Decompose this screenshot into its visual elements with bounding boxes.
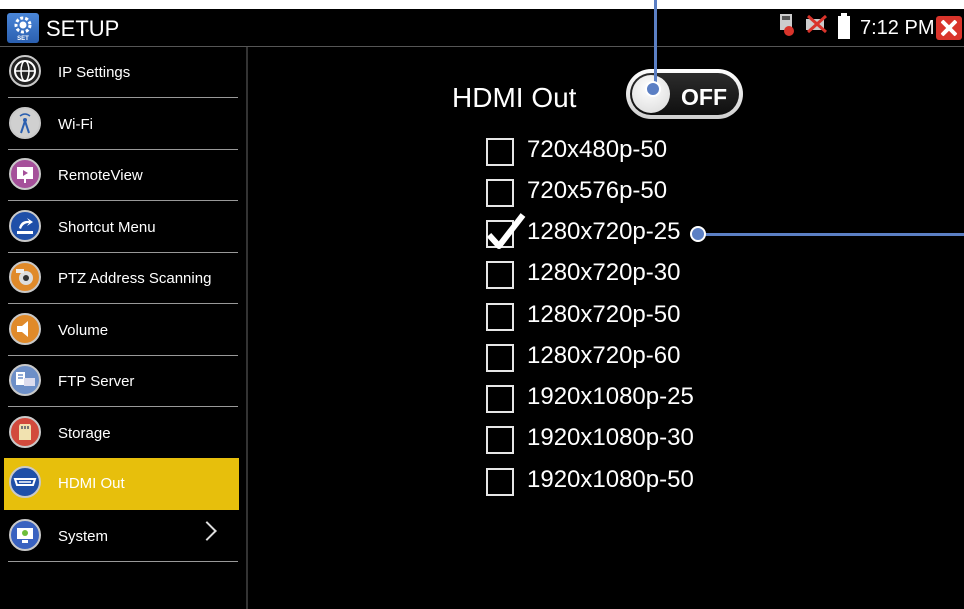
resolution-label: 1920x1080p-25 <box>527 383 694 410</box>
title-bar: SET SETUP 7:12 PM <box>0 9 964 47</box>
callout-line-resolution <box>704 233 964 236</box>
callout-line-toggle <box>654 0 657 87</box>
sidebar-item-ptz-address-scanning[interactable]: PTZ Address Scanning <box>0 253 246 304</box>
sidebar-item-system[interactable]: System <box>0 511 246 562</box>
checkbox[interactable] <box>486 468 514 496</box>
sd-card-status-icon <box>780 14 794 36</box>
system-monitor-icon <box>9 519 41 551</box>
shortcut-icon <box>9 210 41 242</box>
wifi-antenna-icon <box>9 107 41 139</box>
close-button[interactable] <box>936 16 962 40</box>
speaker-icon <box>9 313 41 345</box>
sd-card-icon <box>9 416 41 448</box>
divider <box>8 303 238 304</box>
callout-dot-resolution <box>690 226 706 242</box>
checkbox[interactable] <box>486 344 514 372</box>
checkbox[interactable] <box>486 179 514 207</box>
callout-dot-toggle <box>645 81 661 97</box>
resolution-label: 1280x720p-25 <box>527 218 681 245</box>
divider <box>8 97 238 98</box>
divider <box>8 561 238 562</box>
checkbox[interactable] <box>486 426 514 454</box>
resolution-label: 720x576p-50 <box>527 177 668 204</box>
divider <box>8 406 238 407</box>
sidebar-item-storage[interactable]: Storage <box>0 408 246 459</box>
sidebar-item-label: FTP Server <box>58 373 135 390</box>
remote-view-icon <box>9 158 41 190</box>
resolution-label: 1920x1080p-30 <box>527 424 694 451</box>
status-clock: 7:12 PM <box>860 17 935 39</box>
sidebar-item-ip-settings[interactable]: IP Settings <box>0 47 246 98</box>
sidebar-item-label: Wi-Fi <box>58 116 93 133</box>
globe-icon <box>9 55 41 87</box>
resolution-label: 720x480p-50 <box>527 136 668 163</box>
sidebar-item-label: IP Settings <box>58 64 131 81</box>
divider <box>8 200 238 201</box>
hdmi-icon <box>9 466 41 498</box>
resolution-label: 1280x720p-30 <box>527 259 681 286</box>
checkbox[interactable] <box>486 385 514 413</box>
app-title: SETUP <box>46 16 120 41</box>
app-icon-caption: SET <box>17 36 29 42</box>
checkbox[interactable] <box>486 303 514 331</box>
toggle-state-label: OFF <box>681 84 727 110</box>
sidebar-item-shortcut-menu[interactable]: Shortcut Menu <box>0 202 246 253</box>
sidebar-item-ftp-server[interactable]: FTP Server <box>0 356 246 407</box>
checkbox[interactable] <box>486 261 514 289</box>
resolution-label: 1920x1080p-50 <box>527 466 694 493</box>
device-screen: SET SETUP 7:12 PM IP Settings Wi-Fi Remo… <box>0 9 964 609</box>
checkmark-icon <box>486 213 526 249</box>
ptz-camera-icon <box>9 261 41 293</box>
page-title: HDMI Out <box>452 82 577 113</box>
setup-gear-icon: SET <box>7 13 39 43</box>
chevron-right-icon <box>197 521 217 541</box>
sidebar-item-label: Storage <box>58 425 111 442</box>
sidebar-item-remoteview[interactable]: RemoteView <box>0 150 246 201</box>
ftp-server-icon <box>9 364 41 396</box>
sidebar-menu: IP Settings Wi-Fi RemoteView Shortcut Me… <box>0 47 248 609</box>
sidebar-item-wifi[interactable]: Wi-Fi <box>0 99 246 150</box>
resolution-label: 1280x720p-50 <box>527 301 681 328</box>
sidebar-item-label: Volume <box>58 322 109 339</box>
sidebar-item-label: RemoteView <box>58 167 143 184</box>
network-disconnected-icon <box>806 14 827 34</box>
sidebar-item-label: HDMI Out <box>58 475 125 492</box>
sidebar-item-label: PTZ Address Scanning <box>58 270 212 287</box>
resolution-label: 1280x720p-60 <box>527 342 681 369</box>
battery-icon <box>838 13 850 39</box>
sidebar-item-label: System <box>58 528 109 545</box>
sidebar-item-label: Shortcut Menu <box>58 219 156 236</box>
checkbox[interactable] <box>486 138 514 166</box>
hdmi-out-toggle[interactable]: OFF <box>626 69 743 119</box>
sidebar-item-hdmi-out[interactable]: HDMI Out <box>4 458 239 510</box>
sidebar-item-volume[interactable]: Volume <box>0 305 246 356</box>
